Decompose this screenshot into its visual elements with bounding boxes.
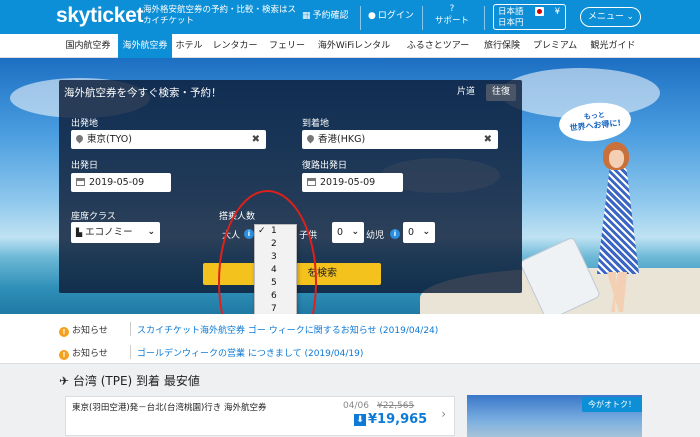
roundtrip-toggle[interactable]: 往復	[486, 84, 516, 101]
calendar-icon	[76, 178, 85, 186]
chevron-down-icon: ⌄	[626, 12, 634, 22]
question-icon: ?	[449, 4, 455, 14]
deal-card[interactable]: 東京(羽田空港)発－台北(台湾桃園)行き 海外航空券 04/06 ¥22,565…	[65, 396, 455, 436]
user-icon: ●	[368, 11, 376, 21]
chevron-down-icon: ⌄	[422, 227, 430, 237]
nav-travel-insurance[interactable]: 旅行保険	[480, 34, 524, 58]
oneway-toggle[interactable]: 片道	[453, 84, 479, 101]
seat-icon: ▙	[76, 228, 83, 237]
cabin-label: 座席クラス	[71, 212, 116, 222]
nav-ferry[interactable]: フェリー	[264, 34, 310, 58]
origin-label: 出発地	[71, 119, 99, 129]
destination-label: 到着地	[302, 119, 330, 129]
divider	[484, 6, 485, 30]
japan-flag-icon	[535, 7, 544, 16]
clear-icon[interactable]: ✖	[484, 130, 492, 149]
nav-wifi-rental[interactable]: 海外WiFiレンタル	[314, 34, 394, 58]
currency-label: 日本円	[498, 18, 524, 28]
site-header: skyticket 海外格安航空券の予約・比較・検索はスカイチケット ▦ 予約確認…	[0, 0, 700, 34]
alert-icon: !	[59, 350, 69, 360]
depart-date-field[interactable]: 2019-05-09	[71, 173, 171, 192]
nav-domestic-flights[interactable]: 国内航空券	[58, 34, 118, 58]
infant-label: 幼児	[366, 231, 385, 241]
arrow-down-icon: ⬇	[354, 414, 366, 426]
nav-furusato-tour[interactable]: ふるさとツアー	[404, 34, 472, 58]
chevron-down-icon: ⌄	[147, 227, 155, 237]
logo[interactable]: skyticket	[56, 4, 144, 28]
traveler-face	[609, 150, 624, 168]
nav-rental-car[interactable]: レンタカー	[208, 34, 262, 58]
nav-travel-guide[interactable]: 観光ガイド	[586, 34, 640, 58]
tagline: 海外格安航空券の予約・比較・検索はスカイチケット	[143, 5, 297, 26]
deal-route: 東京(羽田空港)発－台北(台湾桃園)行き 海外航空券	[72, 403, 267, 413]
notice-item: ! お知らせ ゴールデンウィークの営業 につきまして (2019/04/19)	[59, 345, 363, 360]
currency-symbol: ¥	[554, 7, 560, 17]
return-label: 復路出発日	[302, 161, 348, 171]
info-icon[interactable]: i	[390, 229, 400, 239]
location-pin-icon	[74, 133, 85, 144]
deal-old-price: ¥22,565	[377, 401, 415, 411]
child-count-select[interactable]: 0 ⌄	[332, 222, 364, 243]
promo-banner[interactable]: 今がオトク！	[467, 395, 642, 437]
notice-link[interactable]: スカイチケット海外航空券 ゴー ウィークに関するお知らせ (2019/04/24…	[137, 326, 438, 336]
menu-button[interactable]: メニュー ⌄	[580, 7, 641, 27]
airplane-icon: ✈	[59, 374, 70, 388]
alert-icon: !	[59, 327, 69, 337]
reservation-link[interactable]: ▦ 予約確認	[302, 8, 349, 21]
deal-price: ⬇ ¥19,965	[354, 412, 427, 427]
origin-field[interactable]: 東京(TYO) ✖	[71, 130, 266, 149]
main-nav: 国内航空券 海外航空券 ホテル レンタカー フェリー 海外WiFiレンタル ふる…	[0, 34, 700, 58]
search-title: 海外航空券を今すぐ検索・予約！	[64, 87, 222, 99]
cabin-select[interactable]: ▙ エコノミー ⌄	[71, 222, 160, 243]
chevron-right-icon: ›	[441, 407, 446, 421]
infant-count-select[interactable]: 0 ⌄	[403, 222, 435, 243]
divider	[422, 6, 423, 30]
nav-hotel[interactable]: ホテル	[172, 34, 206, 58]
depart-label: 出発日	[71, 161, 99, 171]
divider	[360, 6, 361, 30]
nav-premium[interactable]: プレミアム	[530, 34, 580, 58]
language-currency-selector[interactable]: 日本語 日本円 ¥	[493, 4, 566, 30]
return-date-field[interactable]: 2019-05-09	[302, 173, 403, 192]
location-pin-icon	[305, 133, 316, 144]
support-link[interactable]: ? サポート	[430, 3, 474, 27]
deal-date: 04/06	[343, 401, 369, 411]
promo-tag: 今がオトク！	[582, 397, 642, 412]
notices-section: ! お知らせ スカイチケット海外航空券 ゴー ウィークに関するお知らせ (2019/…	[0, 314, 700, 364]
chevron-down-icon: ⌄	[351, 227, 359, 237]
notice-item: ! お知らせ スカイチケット海外航空券 ゴー ウィークに関するお知らせ (2019/…	[59, 322, 438, 337]
nav-international-flights[interactable]: 海外航空券	[118, 34, 172, 58]
deals-title: ✈ 台湾 (TPE) 到着 最安値	[59, 374, 200, 388]
calendar-icon	[307, 178, 316, 186]
clear-icon[interactable]: ✖	[252, 130, 260, 149]
destination-field[interactable]: 香港(HKG) ✖	[302, 130, 498, 149]
calendar-icon: ▦	[302, 11, 311, 21]
notice-link[interactable]: ゴールデンウィークの営業 につきまして (2019/04/19)	[137, 349, 363, 359]
login-link[interactable]: ● ログイン	[368, 8, 414, 21]
